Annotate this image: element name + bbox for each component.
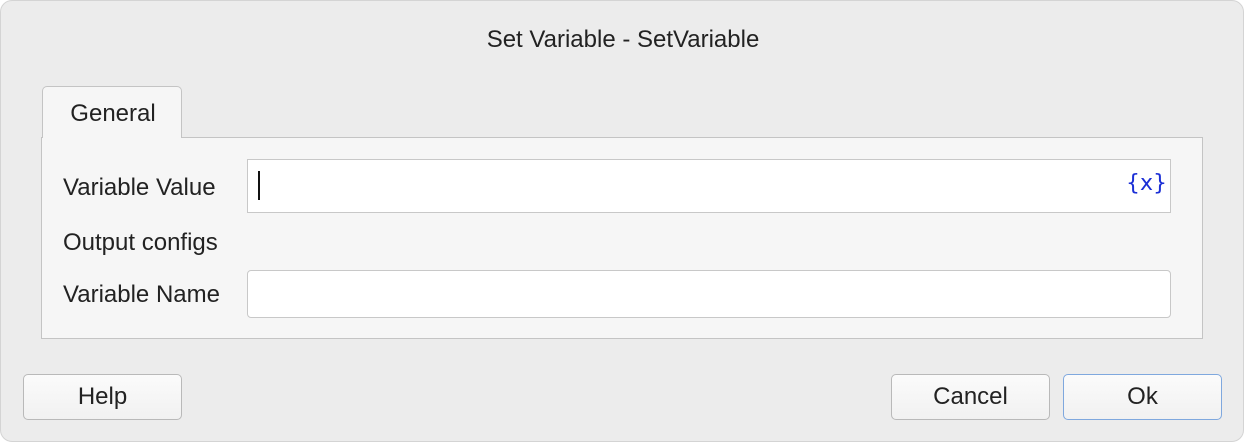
text-caret bbox=[258, 171, 260, 200]
variable-value-input[interactable]: {x} bbox=[247, 159, 1171, 213]
variable-name-label: Variable Name bbox=[63, 281, 220, 308]
tab-general-label: General bbox=[70, 100, 156, 127]
dialog-title: Set Variable - SetVariable bbox=[486, 26, 760, 53]
tab-general[interactable]: General bbox=[42, 86, 182, 138]
variable-value-label: Variable Value bbox=[63, 174, 216, 201]
insert-variable-icon[interactable]: {x} bbox=[1126, 170, 1167, 198]
set-variable-dialog: Set Variable - SetVariable General Varia… bbox=[0, 0, 1244, 442]
help-button[interactable]: Help bbox=[23, 374, 182, 420]
variable-name-input[interactable] bbox=[247, 270, 1171, 318]
output-configs-heading: Output configs bbox=[63, 229, 218, 256]
ok-button[interactable]: Ok bbox=[1063, 374, 1222, 420]
general-tab-panel: Variable Value {x} Output configs Variab… bbox=[41, 137, 1203, 339]
cancel-button[interactable]: Cancel bbox=[891, 374, 1050, 420]
